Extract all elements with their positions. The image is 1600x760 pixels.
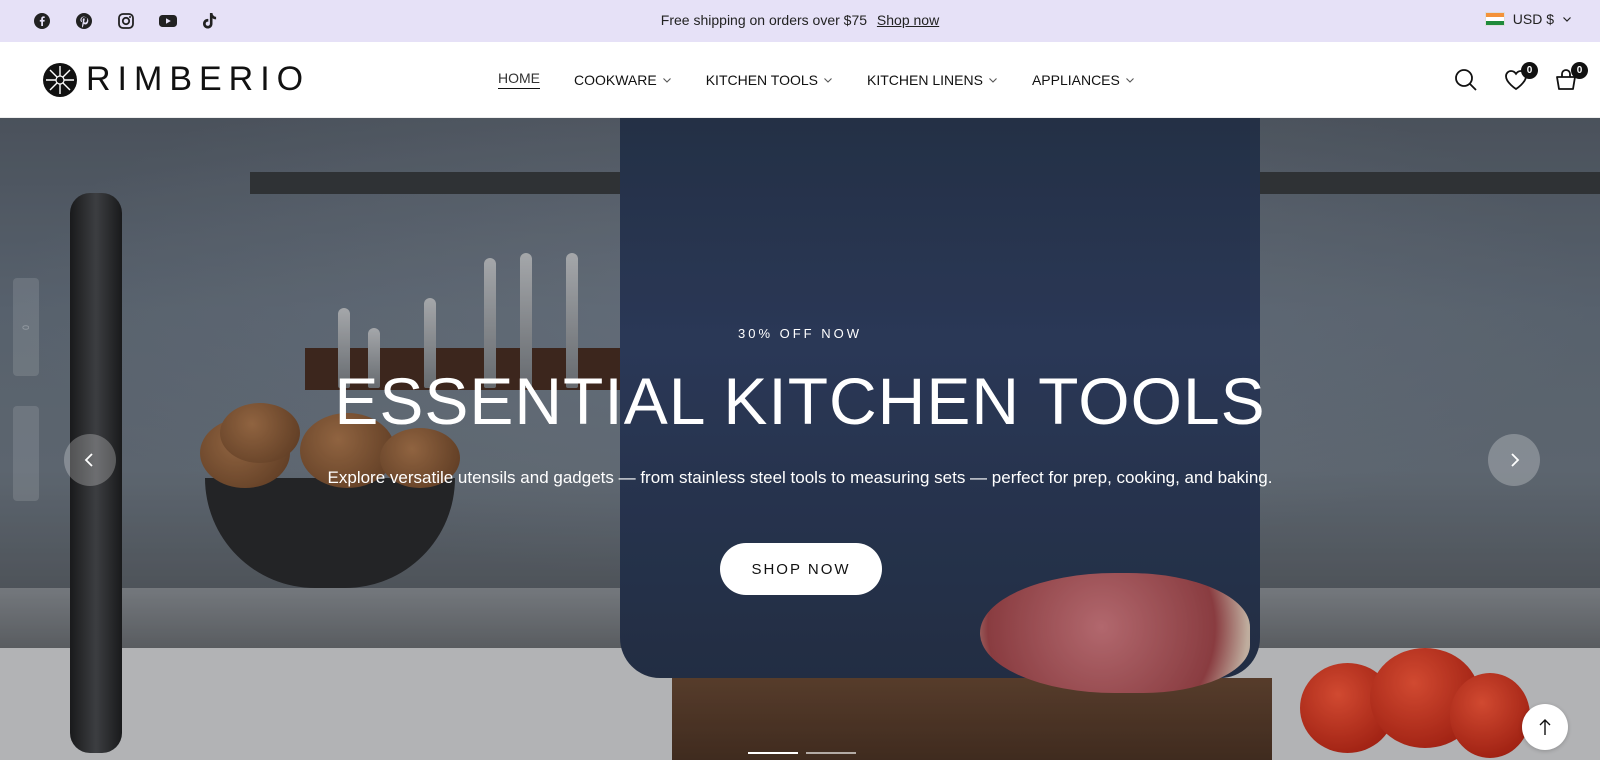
nav-appliances[interactable]: APPLIANCES (1032, 70, 1135, 89)
shop-now-button[interactable]: SHOP NOW (720, 543, 882, 595)
nav-home-label: HOME (498, 70, 540, 89)
nav-cookware-label: COOKWARE (574, 71, 657, 88)
wishlist-button[interactable]: 0 (1502, 62, 1538, 94)
main-nav: HOME COOKWARE KITCHEN TOOLS KITCHEN LINE… (498, 70, 1135, 89)
chevron-down-icon (662, 77, 671, 83)
search-icon (1455, 69, 1477, 91)
slide-indicators (748, 752, 856, 754)
announcement-bar: Free shipping on orders over $75 Shop no… (0, 0, 1600, 42)
search-button[interactable] (1452, 66, 1480, 94)
chevron-right-icon (1511, 453, 1520, 467)
next-slide-button[interactable] (1488, 434, 1540, 486)
announcement-shop-link[interactable]: Shop now (877, 12, 939, 28)
nav-kitchen-tools[interactable]: KITCHEN TOOLS (706, 70, 833, 89)
wishlist-count-badge: 0 (1521, 62, 1538, 79)
slide-indicator-2[interactable] (806, 752, 856, 754)
arrow-up-icon (1539, 719, 1551, 735)
hero-title: ESSENTIAL KITCHEN TOOLS (334, 364, 1266, 438)
hero-eyebrow: 30% OFF NOW (737, 326, 862, 341)
cart-count-badge: 0 (1571, 62, 1588, 79)
logo-text: RIMBERIO (86, 60, 311, 98)
currency-label: USD $ (1512, 11, 1554, 27)
india-flag-icon (1484, 12, 1505, 26)
chevron-down-icon (1563, 17, 1571, 22)
previous-slide-button[interactable] (64, 434, 116, 486)
site-header: RIMBERIO HOME COOKWARE KITCHEN TOOLS KIT… (0, 42, 1600, 118)
chevron-left-icon (84, 453, 93, 467)
nav-kitchen-tools-label: KITCHEN TOOLS (705, 71, 819, 88)
slide-indicator-1[interactable] (748, 752, 798, 754)
currency-selector[interactable]: USD $ (1484, 11, 1572, 27)
nav-cookware[interactable]: COOKWARE (574, 70, 672, 89)
announcement-message: Free shipping on orders over $75 (660, 12, 868, 28)
chevron-down-icon (824, 77, 832, 83)
nav-home[interactable]: HOME (498, 70, 540, 89)
header-actions: 0 0 (1452, 62, 1588, 94)
scroll-to-top-button[interactable] (1522, 704, 1568, 750)
site-logo[interactable]: RIMBERIO (42, 60, 310, 99)
hero-overlay (0, 118, 1600, 760)
chevron-down-icon (989, 77, 997, 83)
nav-kitchen-linens[interactable]: KITCHEN LINENS (867, 70, 998, 89)
hero-slideshow: 0 30% OFF NOW ESSENTIAL KITCHEN TOOLS Ex… (0, 118, 1600, 760)
nav-appliances-label: APPLIANCES (1031, 71, 1120, 88)
chevron-down-icon (1125, 77, 1134, 83)
hero-subtitle: Explore versatile utensils and gadgets —… (327, 468, 1273, 487)
announcement-text: Free shipping on orders over $75 Shop no… (0, 12, 1600, 28)
nav-kitchen-linens-label: KITCHEN LINENS (867, 71, 983, 88)
cart-button[interactable]: 0 (1552, 62, 1588, 94)
logo-mark-icon (43, 62, 77, 97)
